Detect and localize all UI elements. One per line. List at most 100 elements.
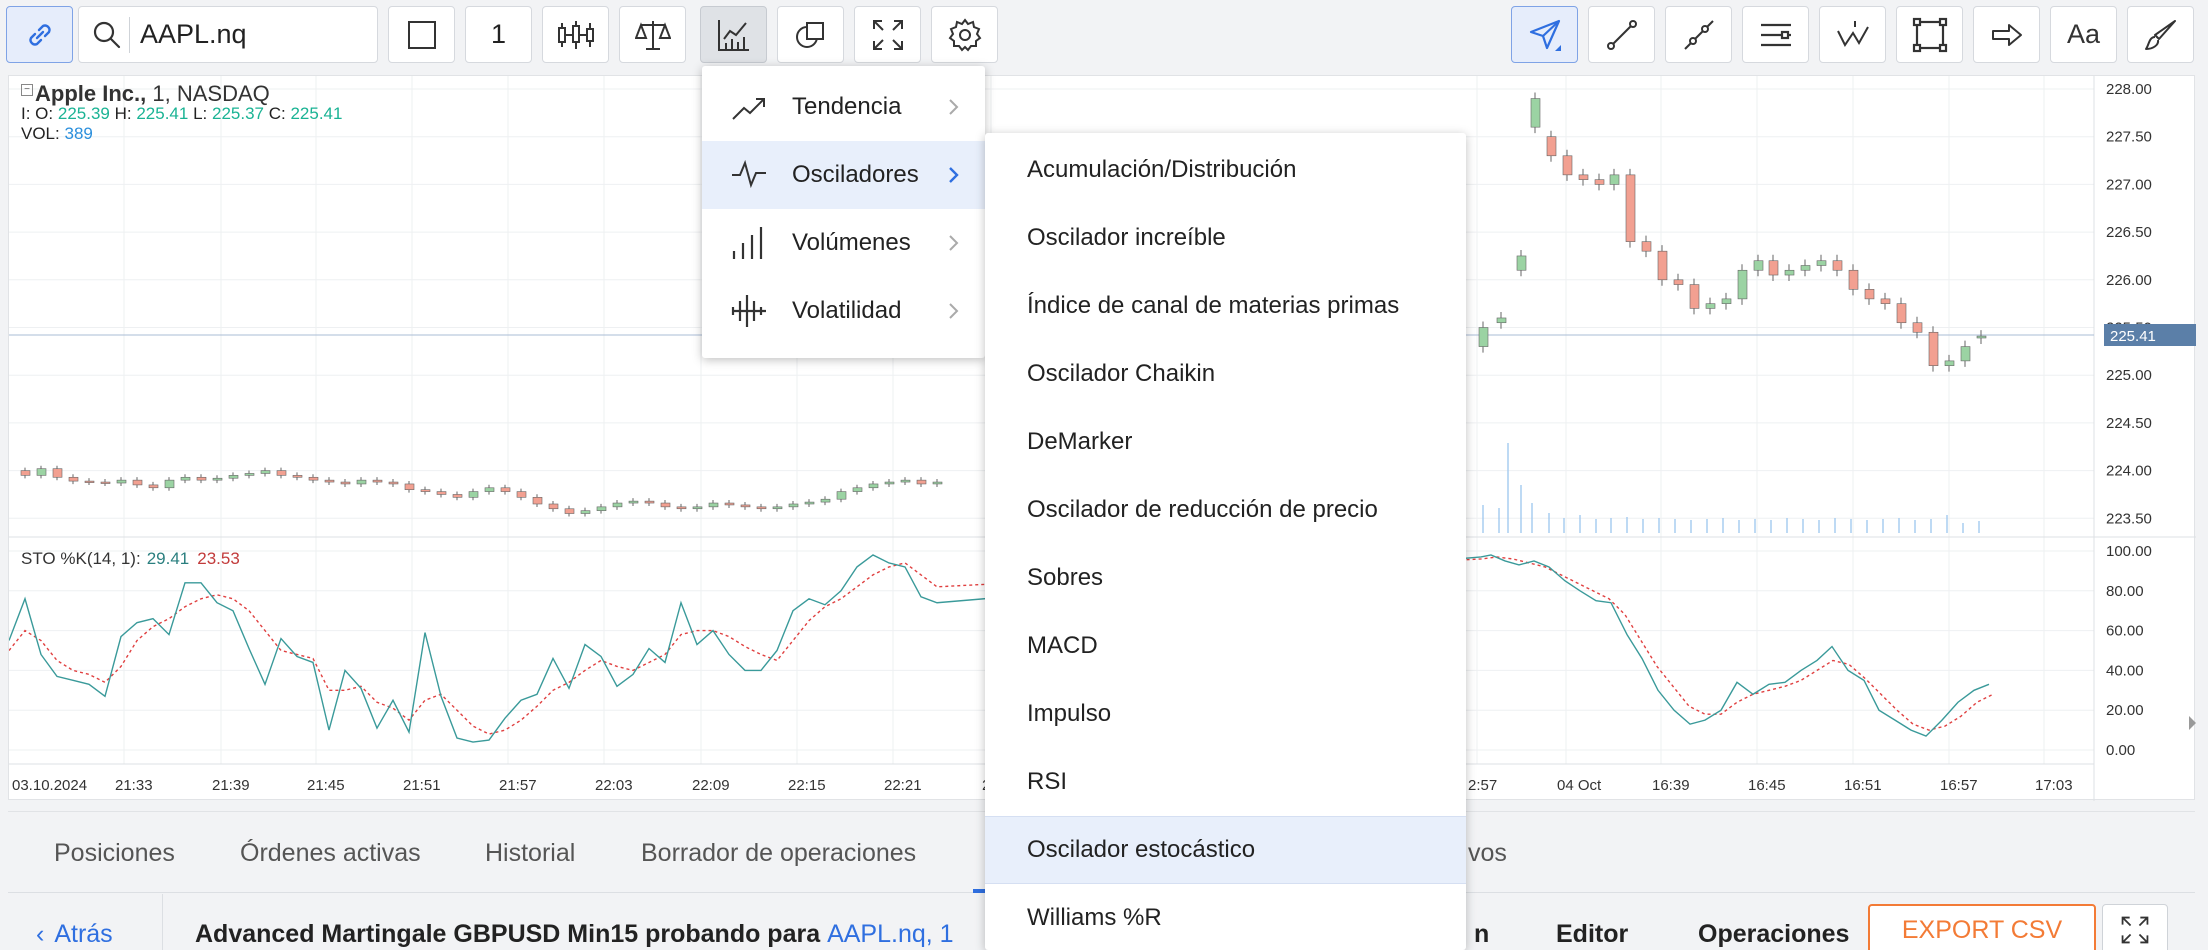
candle-body <box>532 497 543 505</box>
tab-positions[interactable]: Posiciones <box>54 839 175 868</box>
scroll-right-icon <box>2189 716 2196 730</box>
candle-body <box>388 481 399 485</box>
candle-body <box>452 494 463 498</box>
candle-body <box>1737 269 1748 300</box>
menu-item-williams-r[interactable]: Williams %R <box>985 884 1466 950</box>
chart-legend: − Apple Inc., 1, NASDAQ I: O: 225.39 H: 2… <box>21 83 342 144</box>
tab-operations[interactable]: Operaciones <box>1698 920 1849 949</box>
ray-tool-button[interactable] <box>1665 6 1732 63</box>
fullscreen-button[interactable] <box>854 6 921 63</box>
symbol-input[interactable]: AAPL.nq <box>140 19 247 50</box>
candle-body <box>1657 250 1668 281</box>
symbol-search[interactable]: AAPL.nq <box>78 6 378 63</box>
arrow-tool-button[interactable] <box>1973 6 2040 63</box>
oscillator-icon <box>732 159 766 189</box>
candle-body <box>212 477 223 481</box>
menu-item-rsi[interactable]: RSI <box>985 748 1466 816</box>
candle-body <box>148 484 159 489</box>
tab-partial[interactable]: vos <box>1468 839 1507 868</box>
back-button[interactable]: ‹ Atrás <box>36 920 113 949</box>
divider <box>162 894 163 950</box>
link-button[interactable] <box>6 6 73 63</box>
shapes-icon <box>795 21 824 48</box>
horizontal-lines-icon <box>1760 23 1791 46</box>
candle-body <box>820 498 831 503</box>
menu-item-momentum[interactable]: Impulso <box>985 680 1466 748</box>
brush-tool-button[interactable] <box>2127 6 2194 63</box>
menu-item-envelopes[interactable]: Sobres <box>985 544 1466 612</box>
tab-partial-right[interactable]: n <box>1474 920 1489 949</box>
ray-icon <box>1683 19 1714 50</box>
strategy-symbol-link[interactable]: AAPL.nq, 1 <box>827 920 953 948</box>
expand-button[interactable] <box>2102 904 2168 950</box>
candle-body <box>1530 98 1541 128</box>
menu-item-awesome-oscillator[interactable]: Oscilador increíble <box>985 204 1466 272</box>
candle-body <box>132 479 143 486</box>
settings-button[interactable] <box>931 6 998 63</box>
chart-type-button[interactable] <box>388 6 455 63</box>
menu-item-oscillators[interactable]: Osciladores <box>702 141 985 209</box>
trendline-tool-button[interactable] <box>1588 6 1655 63</box>
tab-active-orders[interactable]: Órdenes activas <box>240 839 421 868</box>
export-csv-button[interactable]: EXPORT CSV <box>1868 904 2096 950</box>
time-axis-label: 03.10.2024 <box>12 777 87 794</box>
menu-item-cci[interactable]: Índice de canal de materias primas <box>985 272 1466 340</box>
interval-button[interactable]: 1 <box>465 6 532 63</box>
time-axis-label: 22:09 <box>692 777 730 794</box>
candle-body <box>500 487 511 492</box>
candle-body <box>420 489 431 492</box>
menu-item-chaikin[interactable]: Oscilador Chaikin <box>985 340 1466 408</box>
time-axis-label: 16:57 <box>1940 777 1978 794</box>
candle-body <box>1753 260 1764 271</box>
candles-button[interactable] <box>542 6 609 63</box>
candle-body <box>516 491 527 498</box>
trendline-icon <box>1606 19 1637 50</box>
indicators-button[interactable] <box>700 6 767 63</box>
tab-operations-draft[interactable]: Borrador de operaciones <box>641 839 916 868</box>
menu-item-macd[interactable]: MACD <box>985 612 1466 680</box>
menu-item-demarker[interactable]: DeMarker <box>985 408 1466 476</box>
candle-body <box>1478 327 1489 347</box>
price-axis-label: 228.00 <box>2106 81 2152 98</box>
menu-item-label: Osciladores <box>792 161 919 188</box>
indicator-chart-icon <box>717 19 749 51</box>
menu-item-volatility[interactable]: Volatilidad <box>702 277 985 345</box>
paper-plane-icon <box>1529 19 1561 51</box>
time-axis-label: 21:57 <box>499 777 537 794</box>
collapse-icon[interactable]: − <box>21 84 33 96</box>
candle-body <box>564 508 575 514</box>
time-axis-label: 21:33 <box>115 777 153 794</box>
tab-editor[interactable]: Editor <box>1556 920 1628 949</box>
pattern-tool-button[interactable] <box>1819 6 1886 63</box>
candle-body <box>1896 303 1907 324</box>
menu-item-trend[interactable]: Tendencia <box>702 73 985 141</box>
price-axis-label: 225.00 <box>2106 367 2152 384</box>
text-tool-button[interactable]: Aa <box>2050 6 2117 63</box>
time-axis-label: 04 Oct <box>1557 777 1602 794</box>
compare-button[interactable] <box>619 6 686 63</box>
price-axis-label: 227.00 <box>2106 176 2152 193</box>
candle-body <box>660 502 671 508</box>
horizontal-lines-tool-button[interactable] <box>1742 6 1809 63</box>
tab-history[interactable]: Historial <box>485 839 575 868</box>
shapes-button[interactable] <box>777 6 844 63</box>
cursor-tool-button[interactable] <box>1511 6 1578 63</box>
open-label: I: O: <box>21 104 54 123</box>
menu-item-volumes[interactable]: Volúmenes <box>702 209 985 277</box>
menu-item-stochastic[interactable]: Oscilador estocástico <box>985 816 1466 884</box>
candle-body <box>1641 241 1652 252</box>
candle-body <box>724 502 735 506</box>
time-axis-label: 17:03 <box>2035 777 2073 794</box>
menu-item-accumulation-distribution[interactable]: Acumulación/Distribución <box>985 136 1466 204</box>
rectangle-icon <box>1912 17 1947 52</box>
rectangle-tool-button[interactable] <box>1896 6 1963 63</box>
last-price-tag-label: 225.41 <box>2110 328 2156 345</box>
strategy-text: Advanced Martingale GBPUSD Min15 proband… <box>195 920 821 948</box>
text-tool-label: Aa <box>2066 19 2101 49</box>
candle-body <box>692 506 703 510</box>
menu-item-price-oscillator[interactable]: Oscilador de reducción de precio <box>985 476 1466 544</box>
candle-body <box>772 506 783 510</box>
time-axis-label: 16:51 <box>1844 777 1882 794</box>
candle-body <box>596 506 607 511</box>
candle-body <box>84 480 95 483</box>
